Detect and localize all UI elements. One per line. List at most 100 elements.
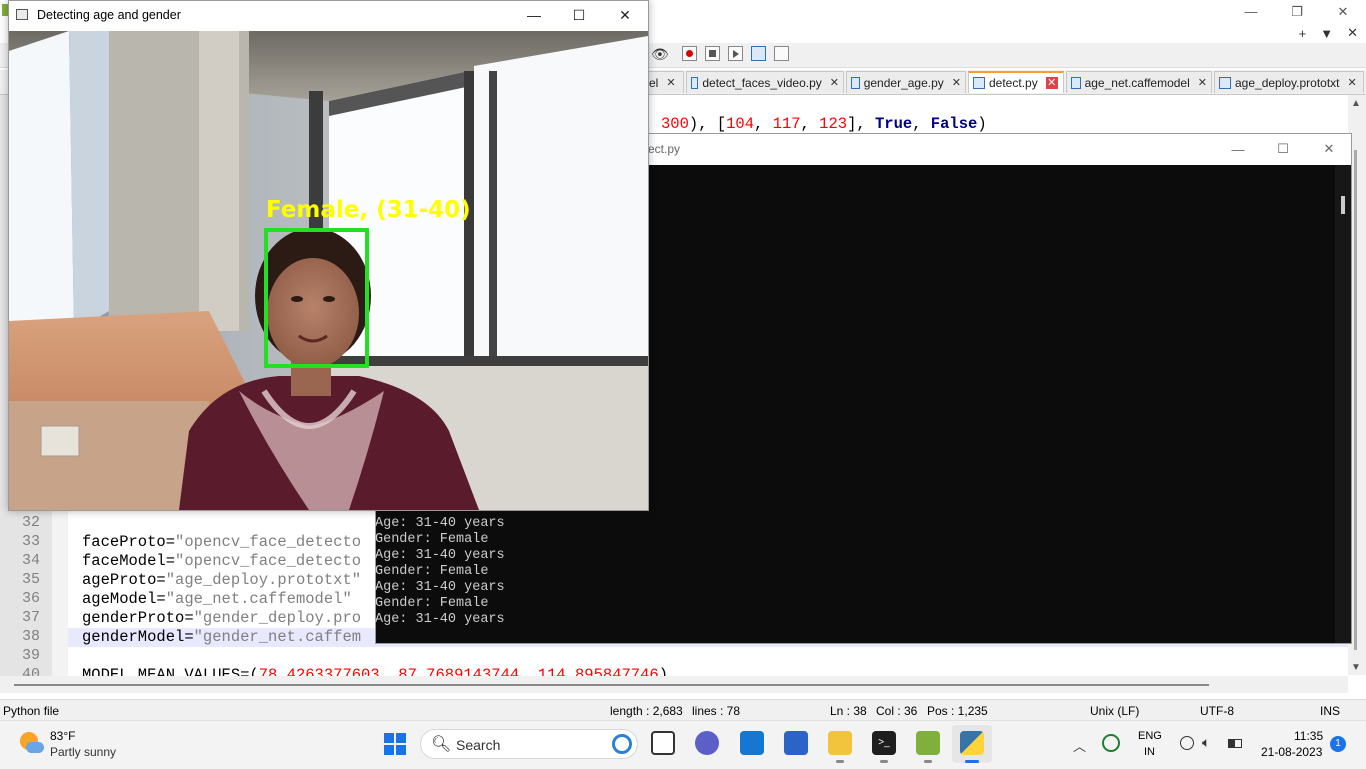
console-scrollbar[interactable] [1335, 165, 1351, 643]
tab-5[interactable]: age_net.caffemodel ✕ [1066, 71, 1212, 93]
weather-description[interactable]: Partly sunny [50, 745, 116, 759]
running-indicator [880, 760, 888, 763]
file-icon [1071, 76, 1081, 89]
status-filetype: Python file [3, 704, 60, 718]
status-lines: lines : 78 [692, 704, 741, 718]
tab-4[interactable]: detect.py ✕ [968, 71, 1064, 93]
status-insert-mode: INS [1320, 704, 1341, 718]
editor-hscroll-thumb[interactable] [14, 684, 1209, 686]
status-pos: Pos : 1,235 [927, 704, 988, 718]
tab-close-icon[interactable]: ✕ [952, 76, 961, 89]
taskbar [0, 720, 1366, 769]
camera-close-icon[interactable]: ✕ [602, 4, 648, 26]
teams-chat-icon[interactable] [695, 731, 719, 755]
python-icon[interactable] [960, 731, 984, 755]
scroll-up-arrow-icon[interactable]: ▲ [1351, 98, 1361, 109]
notepad-plus-plus-icon[interactable] [916, 731, 940, 755]
tab-2[interactable]: detect_faces_video.py ✕ [686, 71, 844, 93]
console-title: ect.py [648, 142, 681, 156]
close-icon[interactable]: ✕ [1320, 0, 1366, 23]
console-scroll-thumb[interactable] [1341, 196, 1345, 214]
running-indicator [924, 760, 932, 763]
run-macro-multiple-icon[interactable] [751, 46, 766, 61]
tab-label: age_deploy.prototxt [1235, 75, 1340, 90]
console-close-icon[interactable]: ✕ [1306, 139, 1352, 159]
camera-window-title: Detecting age and gender [37, 8, 181, 22]
editor-scroll-thumb[interactable] [1354, 150, 1357, 650]
tab-6[interactable]: age_deploy.prototxt ✕ [1214, 71, 1364, 93]
tab-close-icon[interactable]: ✕ [666, 76, 675, 89]
minimize-icon[interactable]: — [1228, 0, 1274, 23]
terminal-icon[interactable]: >_ [872, 731, 896, 755]
running-indicator [836, 760, 844, 763]
tab-label: age_net.caffemodel [1084, 75, 1190, 90]
new-tab-icon[interactable]: + [1299, 26, 1307, 41]
file-explorer-icon[interactable] [828, 731, 852, 755]
windows-start-icon[interactable] [384, 733, 406, 755]
sync-icon[interactable] [1102, 734, 1120, 752]
line-number: 39 [21, 647, 40, 664]
close-doc-icon[interactable]: ✕ [1347, 25, 1358, 41]
line-number: 37 [21, 609, 40, 626]
camera-minimize-icon[interactable]: — [511, 4, 557, 26]
tab-close-icon[interactable]: ✕ [1198, 76, 1207, 89]
clock-time[interactable]: 11:35 [1294, 729, 1323, 743]
weather-temp[interactable]: 83°F [50, 729, 75, 743]
clock-date[interactable]: 21-08-2023 [1261, 745, 1322, 759]
language-top[interactable]: ENG [1138, 730, 1162, 742]
status-encoding: UTF-8 [1200, 704, 1234, 718]
code-line-visible-fragment: 300), [104, 117, 123], True, False) [661, 115, 987, 133]
npp-menu-right: + ▼ ✕ [1299, 23, 1358, 43]
play-macro-icon[interactable] [728, 46, 743, 61]
save-macro-icon[interactable] [774, 46, 789, 61]
restore-icon[interactable]: ❐ [1274, 0, 1320, 23]
line-number: 34 [21, 552, 40, 569]
python-file-icon [691, 76, 699, 89]
notification-badge[interactable]: 1 [1330, 736, 1346, 752]
language-bottom[interactable]: IN [1144, 746, 1155, 758]
volume-icon[interactable]: 🔈︎ [1202, 734, 1210, 751]
camera-maximize-icon[interactable]: ☐ [556, 4, 602, 26]
console-line: Gender: Female [375, 596, 489, 611]
store-icon[interactable] [784, 731, 808, 755]
code-line: genderProto="gender_deploy.pro [82, 609, 362, 627]
taskbar-search-box[interactable] [420, 729, 638, 759]
console-line: Gender: Female [375, 532, 489, 547]
tab-close-icon[interactable]: ✕ [830, 76, 839, 89]
tab-close-icon[interactable]: ✕ [1348, 76, 1357, 89]
code-line: faceProto="opencv_face_detecto [82, 533, 362, 551]
console-maximize-icon[interactable]: ☐ [1260, 139, 1306, 159]
tab-list-icon[interactable]: ▼ [1320, 26, 1333, 41]
npp-window-controls: — ❐ ✕ [1228, 0, 1366, 23]
console-line: Age: 31-40 years [375, 612, 505, 627]
scroll-down-arrow-icon[interactable]: ▼ [1351, 662, 1361, 673]
weather-sun-cloud-icon[interactable] [18, 730, 44, 756]
mail-icon[interactable] [740, 731, 764, 755]
line-number: 36 [21, 590, 40, 607]
console-line: Age: 31-40 years [375, 548, 505, 563]
code-line: MODEL_MEAN_VALUES=(78.4263377603, 87.768… [82, 666, 669, 676]
stop-macro-icon[interactable] [705, 46, 720, 61]
console-minimize-icon[interactable]: — [1215, 139, 1261, 159]
tab-close-icon[interactable]: ✕ [1045, 77, 1058, 89]
python-file-icon [851, 76, 860, 89]
console-line: Age: 31-40 years [375, 580, 505, 595]
window-app-icon [16, 9, 28, 20]
console-line: Age: 31-40 years [375, 516, 505, 531]
bing-icon[interactable] [612, 734, 632, 754]
battery-icon[interactable] [1228, 739, 1242, 748]
tab-1[interactable]: el ✕ [644, 71, 684, 93]
tab-3[interactable]: gender_age.py ✕ [846, 71, 966, 93]
task-view-icon[interactable] [651, 731, 675, 755]
active-indicator [965, 760, 979, 763]
network-globe-icon[interactable] [1180, 736, 1194, 750]
status-ln: Ln : 38 [830, 704, 867, 718]
eye-icon[interactable]: 👁 [651, 46, 669, 62]
chevron-up-icon[interactable]: ︿ [1073, 736, 1086, 755]
search-placeholder: Search [456, 737, 501, 753]
record-macro-icon[interactable] [682, 46, 697, 61]
line-number: 33 [21, 533, 40, 550]
tab-label: el [649, 75, 659, 90]
code-line: faceModel="opencv_face_detecto [82, 552, 362, 570]
status-col: Col : 36 [876, 704, 918, 718]
